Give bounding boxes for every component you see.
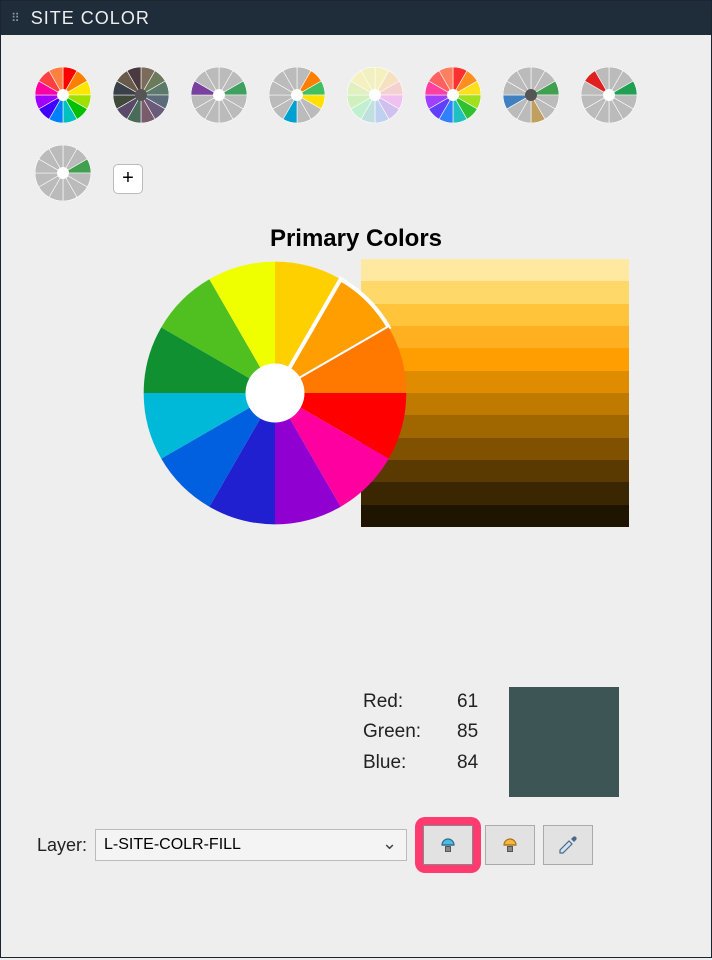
- lamp-orange-icon: [497, 832, 523, 858]
- palette-multi[interactable]: [269, 67, 325, 123]
- lamp-blue-button[interactable]: [423, 825, 473, 865]
- palette-single-green[interactable]: [35, 145, 91, 201]
- palette-grey-green-violet[interactable]: [191, 67, 247, 123]
- section-title: Primary Colors: [19, 225, 693, 253]
- lamp-orange-button[interactable]: [485, 825, 535, 865]
- blue-label: Blue:: [363, 748, 433, 778]
- palette-pastel[interactable]: [347, 67, 403, 123]
- palette-rgg[interactable]: [581, 67, 637, 123]
- palette-vibrant[interactable]: [425, 67, 481, 123]
- green-value: 85: [457, 717, 497, 747]
- highlighted-tool: [415, 817, 481, 873]
- palette-muted[interactable]: [113, 67, 169, 123]
- green-label: Green:: [363, 717, 433, 747]
- red-label: Red:: [363, 687, 433, 717]
- eyedropper-icon: [555, 832, 581, 858]
- current-color-swatch: [509, 687, 619, 797]
- palette-rainbow[interactable]: [35, 67, 91, 123]
- layer-label: Layer:: [37, 835, 87, 856]
- eyedropper-button[interactable]: [543, 825, 593, 865]
- title-bar: ⠿ SITE COLOR: [1, 1, 711, 35]
- window-title: SITE COLOR: [31, 8, 150, 29]
- color-wheel[interactable]: [141, 259, 409, 527]
- add-palette-button[interactable]: +: [113, 164, 143, 194]
- palette-tri-blue-tan-green[interactable]: [503, 67, 559, 123]
- blue-value: 84: [457, 748, 497, 778]
- palette-row: +: [19, 53, 693, 209]
- lamp-blue-icon: [435, 832, 461, 858]
- rgb-readout: Red: 61 Green: 85 Blue: 84: [363, 687, 497, 778]
- color-picker: [19, 259, 693, 527]
- red-value: 61: [457, 687, 497, 717]
- layer-select[interactable]: [95, 829, 407, 861]
- grip-icon: ⠿: [11, 11, 21, 25]
